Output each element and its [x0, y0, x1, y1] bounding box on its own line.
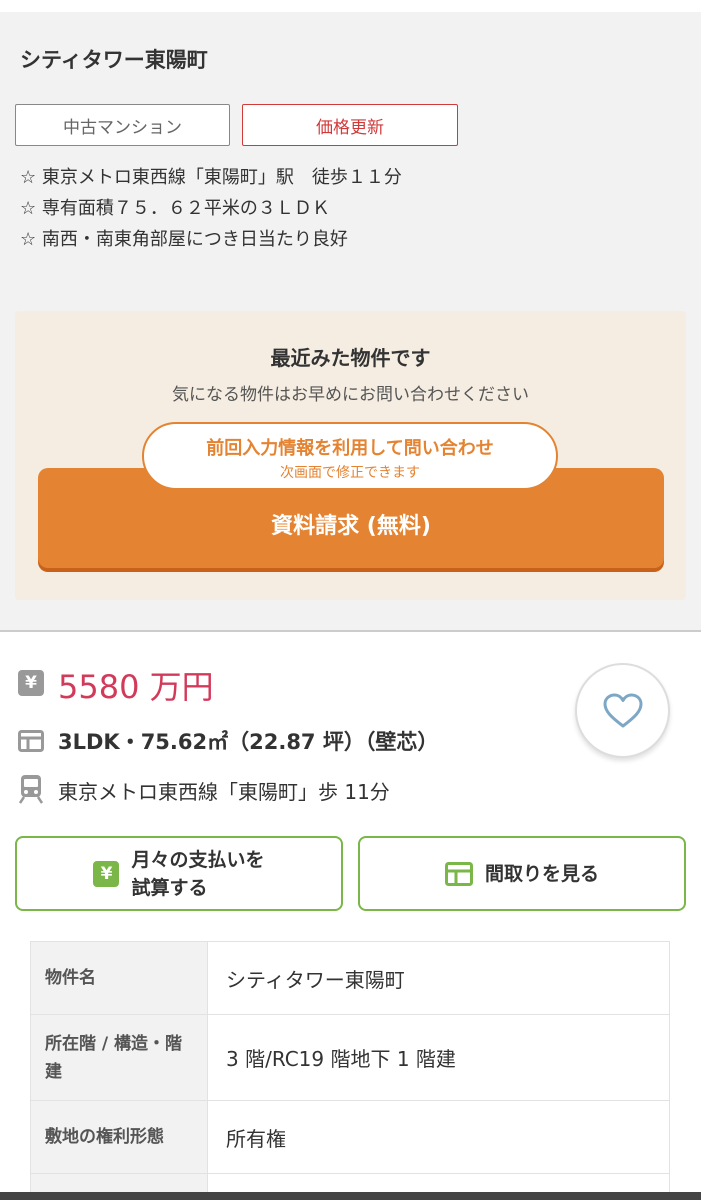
floorplan-icon: [18, 728, 44, 754]
table-label: 所在階 / 構造・階建: [30, 1014, 208, 1101]
view-floorplan-button[interactable]: 間取りを見る: [358, 836, 686, 911]
payment-simulation-button[interactable]: ¥ 月々の支払いを 試算する: [15, 836, 343, 911]
floorplan-icon: [444, 861, 473, 886]
reuse-main-label: 前回入力情報を利用して問い合わせ: [206, 438, 494, 459]
price: 5580 万円: [58, 668, 214, 706]
layout-area-spec: 3LDK・75.62㎡（22.87 坪）（壁芯）: [58, 730, 439, 754]
cta-heading: 最近みた物件です: [270, 346, 431, 370]
favorite-button[interactable]: [575, 663, 670, 758]
table-value: シティタワー東陽町: [207, 941, 670, 1015]
reuse-sub-label: 次画面で修正できます: [280, 465, 420, 481]
yen-icon: ¥: [18, 670, 44, 696]
tag-price-updated: 価格更新: [242, 104, 458, 146]
station-access: 東京メトロ東西線「東陽町」歩 11分: [58, 780, 390, 804]
request-documents-label: 資料請求 (無料): [271, 514, 431, 539]
table-value: 所有権: [207, 1100, 670, 1174]
bottom-bar: [0, 1192, 701, 1200]
payment-label-line2: 試算する: [131, 876, 208, 899]
heart-icon: [603, 693, 642, 727]
train-icon: [18, 775, 44, 804]
yen-icon: ¥: [93, 860, 120, 887]
tag-used-condo: 中古マンション: [15, 104, 230, 146]
payment-label-line1: 月々の支払いを: [131, 848, 265, 871]
table-value: 3 階/RC19 階地下 1 階建: [207, 1014, 670, 1101]
property-title: シティタワー東陽町: [20, 48, 208, 72]
table-label: 敷地の権利形態: [30, 1100, 208, 1174]
floorplan-label: 間取りを見る: [484, 862, 599, 885]
property-info-table: 物件名 シティタワー東陽町 所在階 / 構造・階建 3 階/RC19 階地下 1…: [30, 941, 670, 1200]
table-row: 物件名 シティタワー東陽町: [30, 941, 670, 1015]
feature-item: ☆ 東京メトロ東西線「東陽町」駅 徒歩１１分: [20, 167, 402, 188]
table-row: 所在階 / 構造・階建 3 階/RC19 階地下 1 階建: [30, 1014, 670, 1101]
section-divider: [0, 630, 701, 632]
table-row: 敷地の権利形態 所有権: [30, 1100, 670, 1174]
cta-subheading: 気になる物件はお早めにお問い合わせください: [172, 385, 529, 405]
feature-item: ☆ 専有面積７５．６２平米の３ＬＤＫ: [20, 198, 330, 219]
feature-item: ☆ 南西・南東角部屋につき日当たり良好: [20, 229, 348, 250]
table-label: 物件名: [30, 941, 208, 1015]
reuse-previous-input-button[interactable]: 前回入力情報を利用して問い合わせ 次画面で修正できます: [142, 422, 558, 490]
